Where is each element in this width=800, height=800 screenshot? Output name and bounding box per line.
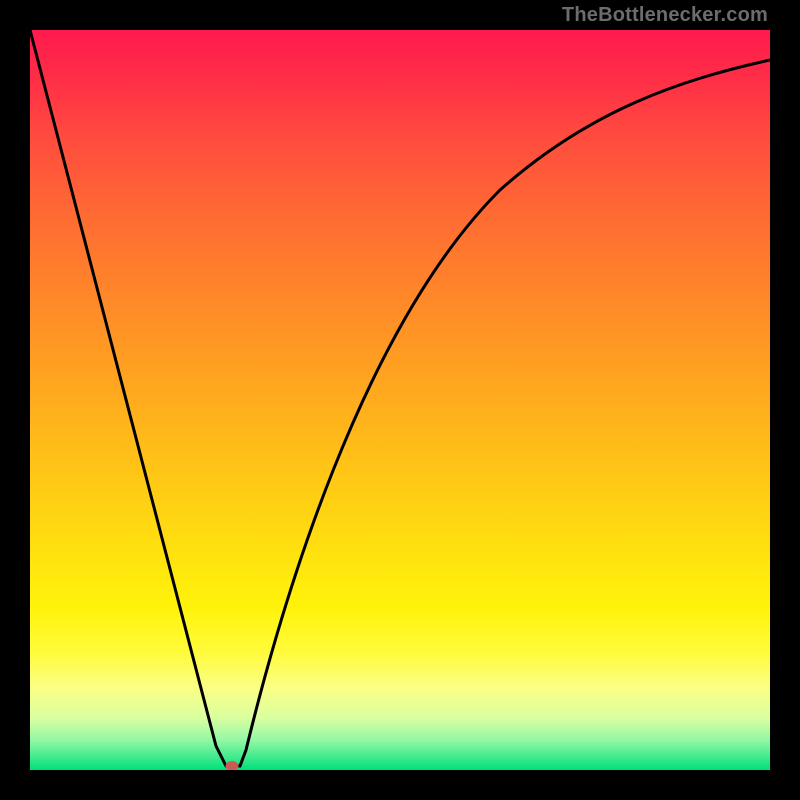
plot-area [30, 30, 770, 770]
chart-frame: TheBottlenecker.com [0, 0, 800, 800]
bottleneck-curve [30, 30, 770, 770]
watermark-label: TheBottlenecker.com [562, 4, 768, 27]
curve-path [30, 30, 770, 766]
optimum-marker [226, 761, 239, 770]
